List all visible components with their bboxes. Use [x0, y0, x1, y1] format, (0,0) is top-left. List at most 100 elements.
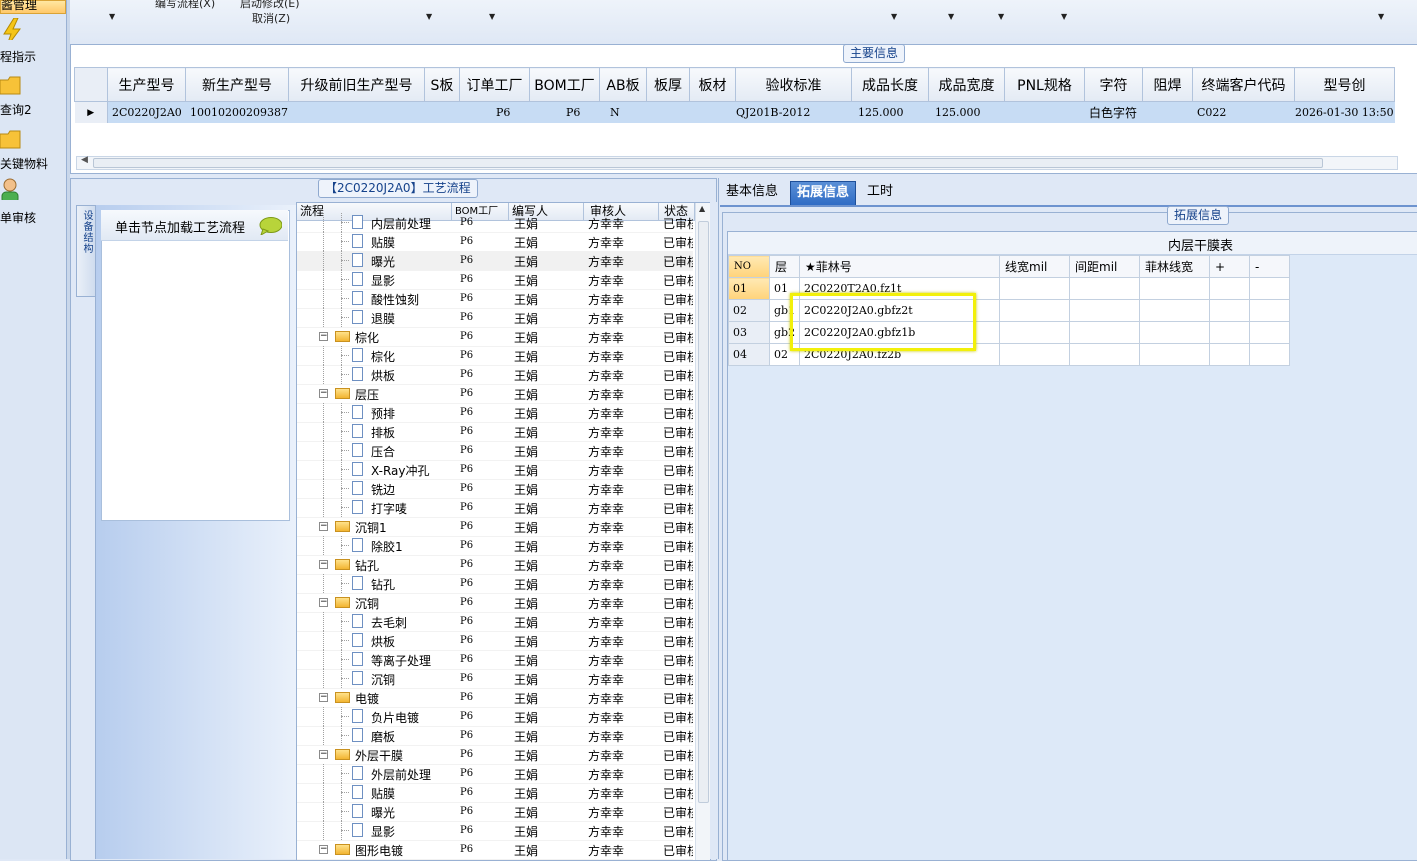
tree-row[interactable]: − 电镀 P6 王娟 方幸幸 已审核: [297, 688, 693, 708]
nav-selected-item[interactable]: 酱管理: [0, 0, 66, 14]
tree-node-label[interactable]: 退膜: [371, 310, 395, 327]
tree-node-label[interactable]: 压合: [371, 443, 395, 460]
tree-row[interactable]: − 图形电镀 P6 王娟 方幸幸 已审核: [297, 840, 693, 860]
tree-row[interactable]: 烘板 P6 王娟 方幸幸 已审核: [297, 365, 693, 385]
column-header[interactable]: 验收标准: [734, 67, 852, 102]
collapse-icon[interactable]: −: [319, 750, 328, 759]
tree-row[interactable]: 等离子处理 P6 王娟 方幸幸 已审核: [297, 650, 693, 670]
tree-node-label[interactable]: 沉铜1: [355, 519, 387, 536]
tree-row[interactable]: 负片电镀 P6 王娟 方幸幸 已审核: [297, 707, 693, 727]
vertical-scrollbar[interactable]: ▲: [695, 203, 710, 860]
scroll-thumb[interactable]: [93, 158, 1323, 168]
scroll-up-icon[interactable]: ▲: [699, 204, 705, 213]
cell[interactable]: [1004, 101, 1085, 123]
chevron-down-icon[interactable]: ▼: [426, 12, 432, 21]
tree-node-label[interactable]: 沉铜: [355, 595, 379, 612]
column-header[interactable]: NO: [728, 255, 770, 278]
cell[interactable]: [1249, 321, 1290, 344]
cell[interactable]: 04: [728, 343, 770, 366]
node-panel[interactable]: [101, 210, 290, 521]
column-header[interactable]: ★菲林号: [799, 255, 1000, 278]
collapse-icon[interactable]: −: [319, 845, 328, 854]
tree-row[interactable]: − 沉铜1 P6 王娟 方幸幸 已审核: [297, 517, 693, 537]
tree-node-label[interactable]: 贴膜: [371, 234, 395, 251]
collapse-icon[interactable]: −: [319, 598, 328, 607]
tree-row[interactable]: X-Ray冲孔 P6 王娟 方幸幸 已审核: [297, 460, 693, 480]
cell[interactable]: [1209, 343, 1250, 366]
tree-row[interactable]: − 棕化 P6 王娟 方幸幸 已审核: [297, 327, 693, 347]
cell[interactable]: [1209, 277, 1250, 300]
collapse-icon[interactable]: −: [319, 560, 328, 569]
tree-node-label[interactable]: 棕化: [355, 329, 379, 346]
tree-node-label[interactable]: 显影: [371, 272, 395, 289]
column-header[interactable]: 成品宽度: [927, 67, 1005, 102]
edit-flow-button[interactable]: 编写流程(X): [155, 0, 215, 11]
cell[interactable]: [1139, 299, 1210, 322]
cell[interactable]: [1139, 321, 1210, 344]
cell[interactable]: [1139, 343, 1210, 366]
cell[interactable]: P6: [529, 101, 600, 123]
column-header[interactable]: BOM工厂: [528, 67, 600, 102]
cell[interactable]: [689, 101, 736, 123]
tree-node-label[interactable]: 棕化: [371, 348, 395, 365]
cell[interactable]: [1069, 321, 1140, 344]
tree-row[interactable]: 烘板 P6 王娟 方幸幸 已审核: [297, 631, 693, 651]
splitter[interactable]: [710, 202, 717, 859]
cell[interactable]: 白色字符: [1084, 101, 1143, 123]
column-header[interactable]: 菲林线宽: [1139, 255, 1210, 278]
tree-row[interactable]: 压合 P6 王娟 方幸幸 已审核: [297, 441, 693, 461]
tree-row[interactable]: 曝光 P6 王娟 方幸幸 已审核: [297, 802, 693, 822]
cell[interactable]: [999, 299, 1070, 322]
tab-basic-info[interactable]: 基本信息: [720, 181, 784, 205]
cell[interactable]: N: [599, 101, 647, 123]
tree-row[interactable]: 磨板 P6 王娟 方幸幸 已审核: [297, 726, 693, 746]
column-header[interactable]: 层: [769, 255, 800, 278]
cell[interactable]: [646, 101, 690, 123]
cell[interactable]: 2026-01-30 13:50: [1294, 101, 1395, 123]
cell[interactable]: [288, 101, 425, 123]
tree-node-label[interactable]: 酸性蚀刻: [371, 291, 419, 308]
tree-node-label[interactable]: 铣边: [371, 481, 395, 498]
tree-row[interactable]: 显影 P6 王娟 方幸幸 已审核: [297, 270, 693, 290]
cell[interactable]: 03: [728, 321, 770, 344]
chevron-down-icon[interactable]: ▼: [891, 12, 897, 21]
column-header[interactable]: 板材: [688, 67, 736, 102]
column-header[interactable]: 订单工厂: [458, 67, 530, 102]
tree-node-label[interactable]: 显影: [371, 823, 395, 840]
chevron-down-icon[interactable]: ▼: [489, 12, 495, 21]
cell[interactable]: P6: [459, 101, 530, 123]
add-column-button[interactable]: +: [1209, 255, 1250, 278]
tree-row[interactable]: 铣边 P6 王娟 方幸幸 已审核: [297, 479, 693, 499]
tree-node-label[interactable]: 外层前处理: [371, 766, 431, 783]
tree-row[interactable]: − 钻孔 P6 王娟 方幸幸 已审核: [297, 555, 693, 575]
column-header[interactable]: 字符: [1083, 67, 1143, 102]
tab-extended-info[interactable]: 拓展信息: [790, 181, 857, 207]
nav-item-key-material[interactable]: 关键物料: [0, 126, 64, 172]
collapse-icon[interactable]: −: [319, 693, 328, 702]
tree-node-label[interactable]: 去毛刺: [371, 614, 407, 631]
column-header[interactable]: S板: [423, 67, 460, 102]
cell[interactable]: [1142, 101, 1193, 123]
cell[interactable]: [999, 321, 1070, 344]
tree-row[interactable]: − 沉铜 P6 王娟 方幸幸 已审核: [297, 593, 693, 613]
collapse-icon[interactable]: −: [319, 389, 328, 398]
tree-row[interactable]: 外层前处理 P6 王娟 方幸幸 已审核: [297, 764, 693, 784]
cell[interactable]: 02: [728, 299, 770, 322]
tree-node-label[interactable]: 钻孔: [355, 557, 379, 574]
cell[interactable]: C022: [1192, 101, 1295, 123]
cell[interactable]: [1069, 343, 1140, 366]
tree-node-label[interactable]: 电镀: [355, 690, 379, 707]
tree-node-label[interactable]: 烘板: [371, 367, 395, 384]
cell[interactable]: [1209, 321, 1250, 344]
column-header[interactable]: 间距mil: [1069, 255, 1140, 278]
tree-node-label[interactable]: 除胶1: [371, 538, 403, 555]
tree-node-label[interactable]: 贴膜: [371, 785, 395, 802]
tree-row[interactable]: − 层压 P6 王娟 方幸幸 已审核: [297, 384, 693, 404]
cancel-button[interactable]: 取消(Z): [252, 10, 290, 26]
tree-node-label[interactable]: X-Ray冲孔: [371, 462, 429, 479]
tree-row[interactable]: 显影 P6 王娟 方幸幸 已审核: [297, 821, 693, 841]
tree-row[interactable]: − 外层干膜 P6 王娟 方幸幸 已审核: [297, 745, 693, 765]
tab-work-hours[interactable]: 工时: [861, 181, 899, 205]
column-header[interactable]: 新生产型号: [185, 67, 289, 102]
scroll-left-icon[interactable]: ◀: [81, 155, 88, 165]
